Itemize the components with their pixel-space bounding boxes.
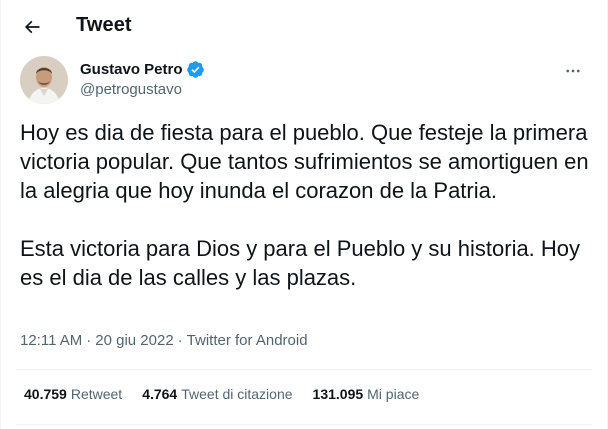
left-border — [0, 0, 1, 429]
back-button[interactable] — [18, 13, 46, 41]
tweet-paragraph: Esta victoria para Dios y para el Pueblo… — [20, 236, 581, 290]
tweet-meta: 12:11 AM · 20 giu 2022 · Twitter for And… — [20, 332, 308, 349]
tweet-source[interactable]: Twitter for Android — [187, 332, 308, 349]
retweet-label: Retweet — [70, 386, 123, 402]
author-handle[interactable]: @petrogustavo — [80, 81, 182, 98]
page-header: Tweet — [0, 0, 608, 53]
name-row: Gustavo Petro — [80, 60, 205, 79]
quote-tweet-count[interactable]: 4.764 Tweet di citazione — [142, 386, 292, 402]
more-horizontal-icon — [566, 69, 580, 73]
avatar[interactable] — [20, 56, 68, 104]
tweet-paragraph: Hoy es dia de fiesta para el pueblo. Que… — [20, 120, 589, 203]
like-label: Mi piace — [367, 386, 420, 402]
tweet-text: Hoy es dia de fiesta para el pueblo. Que… — [20, 118, 590, 292]
quote-label: Tweet di citazione — [181, 386, 293, 402]
tweet-time[interactable]: 12:11 AM — [20, 332, 82, 349]
tweet-stats: 40.759 Retweet 4.764 Tweet di citazione … — [24, 386, 439, 402]
tweet-author: Gustavo Petro @petrogustavo — [16, 56, 592, 106]
quote-number: 4.764 — [142, 386, 178, 402]
avatar-image — [20, 56, 68, 104]
meta-separator: · — [86, 332, 92, 349]
tweet-date[interactable]: 20 giu 2022 — [95, 332, 173, 349]
like-count[interactable]: 131.095 Mi piace — [313, 386, 420, 402]
retweet-count[interactable]: 40.759 Retweet — [24, 386, 122, 402]
more-button[interactable] — [560, 58, 586, 84]
divider — [16, 424, 592, 425]
divider — [16, 369, 592, 370]
meta-separator: · — [177, 332, 183, 349]
like-number: 131.095 — [312, 386, 364, 402]
verified-badge-icon — [186, 61, 204, 78]
retweet-number: 40.759 — [24, 386, 67, 402]
page-title: Tweet — [76, 14, 132, 36]
arrow-left-icon — [24, 20, 40, 34]
author-name[interactable]: Gustavo Petro — [80, 61, 183, 78]
